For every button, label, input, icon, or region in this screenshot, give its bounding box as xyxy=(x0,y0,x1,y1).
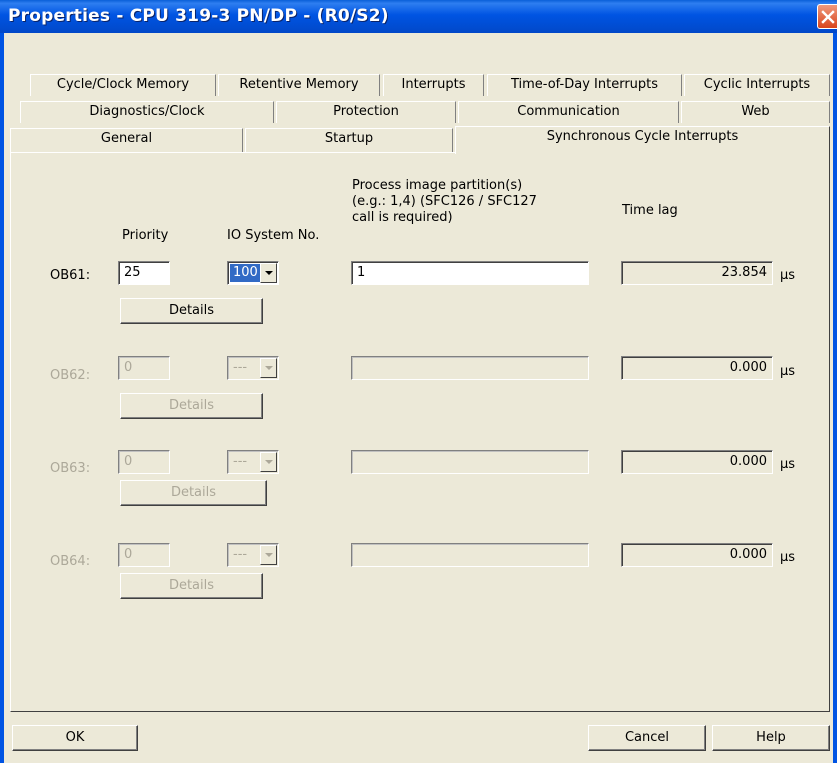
tab-cycle-clock-memory[interactable]: Cycle/Clock Memory xyxy=(30,74,216,96)
ob62-label: OB62: xyxy=(50,368,91,383)
tab-startup[interactable]: Startup xyxy=(245,128,453,153)
ob64-time-lag-unit: µs xyxy=(780,550,796,565)
tab-general[interactable]: General xyxy=(10,128,243,153)
close-button[interactable] xyxy=(817,4,837,29)
ob64-details-button[interactable]: Details xyxy=(120,573,263,599)
window-border-right xyxy=(833,33,837,763)
title-bar: Properties - CPU 319-3 PN/DP - (R0/S2) xyxy=(0,0,837,33)
ob61-label: OB61: xyxy=(50,268,91,283)
tab-synchronous-cycle-interrupts[interactable]: Synchronous Cycle Interrupts xyxy=(455,126,830,154)
tab-diagnostics-clock[interactable]: Diagnostics/Clock xyxy=(20,101,274,123)
process-image-header-line2: (e.g.: 1,4) (SFC126 / SFC127 xyxy=(352,194,537,209)
ob62-process-image-field[interactable] xyxy=(351,356,589,380)
ob63-time-lag-field: 0.000 xyxy=(621,450,773,474)
chevron-down-icon[interactable] xyxy=(260,545,277,565)
tab-communication[interactable]: Communication xyxy=(458,101,679,123)
window-title: Properties - CPU 319-3 PN/DP - (R0/S2) xyxy=(8,6,389,26)
close-icon xyxy=(821,10,835,24)
ob62-io-system-value: --- xyxy=(233,360,248,375)
ok-button[interactable]: OK xyxy=(12,725,138,751)
tab-retentive-memory[interactable]: Retentive Memory xyxy=(218,74,380,96)
ob64-label: OB64: xyxy=(50,554,91,569)
ob61-io-system-value: 100 xyxy=(230,264,261,282)
ob64-io-system-value: --- xyxy=(233,547,248,562)
ob62-time-lag-unit: µs xyxy=(780,364,796,379)
tab-protection[interactable]: Protection xyxy=(276,101,456,123)
ob63-process-image-field[interactable] xyxy=(351,450,589,474)
ob64-process-image-field[interactable] xyxy=(351,543,589,567)
ob61-time-lag-unit: µs xyxy=(780,268,796,283)
window-border-left xyxy=(0,33,4,763)
ob63-details-button[interactable]: Details xyxy=(120,480,267,506)
ob63-io-system-combo[interactable]: --- xyxy=(227,450,279,474)
tab-web[interactable]: Web xyxy=(681,101,830,123)
io-system-header: IO System No. xyxy=(227,228,320,243)
ob61-process-image-field[interactable]: 1 xyxy=(351,261,589,285)
ob63-priority-field[interactable]: 0 xyxy=(118,450,170,474)
priority-header: Priority xyxy=(122,228,169,243)
ob61-io-system-combo[interactable]: 100 xyxy=(227,261,279,285)
help-button[interactable]: Help xyxy=(712,725,830,751)
time-lag-header: Time lag xyxy=(622,203,678,218)
ob63-io-system-value: --- xyxy=(233,454,248,469)
ob64-time-lag-field: 0.000 xyxy=(621,543,773,567)
chevron-down-icon[interactable] xyxy=(260,452,277,472)
tab-cyclic-interrupts[interactable]: Cyclic Interrupts xyxy=(684,74,830,96)
process-image-header-line3: call is required) xyxy=(352,210,453,225)
chevron-down-icon[interactable] xyxy=(260,358,277,378)
ob61-priority-field[interactable]: 25 xyxy=(118,261,170,285)
cancel-button[interactable]: Cancel xyxy=(588,725,706,751)
process-image-header-line1: Process image partition(s) xyxy=(352,178,523,193)
ob62-details-button[interactable]: Details xyxy=(120,393,263,419)
ob61-details-button[interactable]: Details xyxy=(120,298,263,324)
ob62-priority-field[interactable]: 0 xyxy=(118,356,170,380)
ob63-time-lag-unit: µs xyxy=(780,457,796,472)
ob62-time-lag-field: 0.000 xyxy=(621,356,773,380)
chevron-down-icon[interactable] xyxy=(260,263,277,283)
ob64-priority-field[interactable]: 0 xyxy=(118,543,170,567)
ob62-io-system-combo[interactable]: --- xyxy=(227,356,279,380)
ob64-io-system-combo[interactable]: --- xyxy=(227,543,279,567)
tab-interrupts[interactable]: Interrupts xyxy=(383,74,484,96)
ob63-label: OB63: xyxy=(50,461,91,476)
tab-time-of-day-interrupts[interactable]: Time-of-Day Interrupts xyxy=(487,74,682,96)
ob61-time-lag-field: 23.854 xyxy=(621,261,773,285)
